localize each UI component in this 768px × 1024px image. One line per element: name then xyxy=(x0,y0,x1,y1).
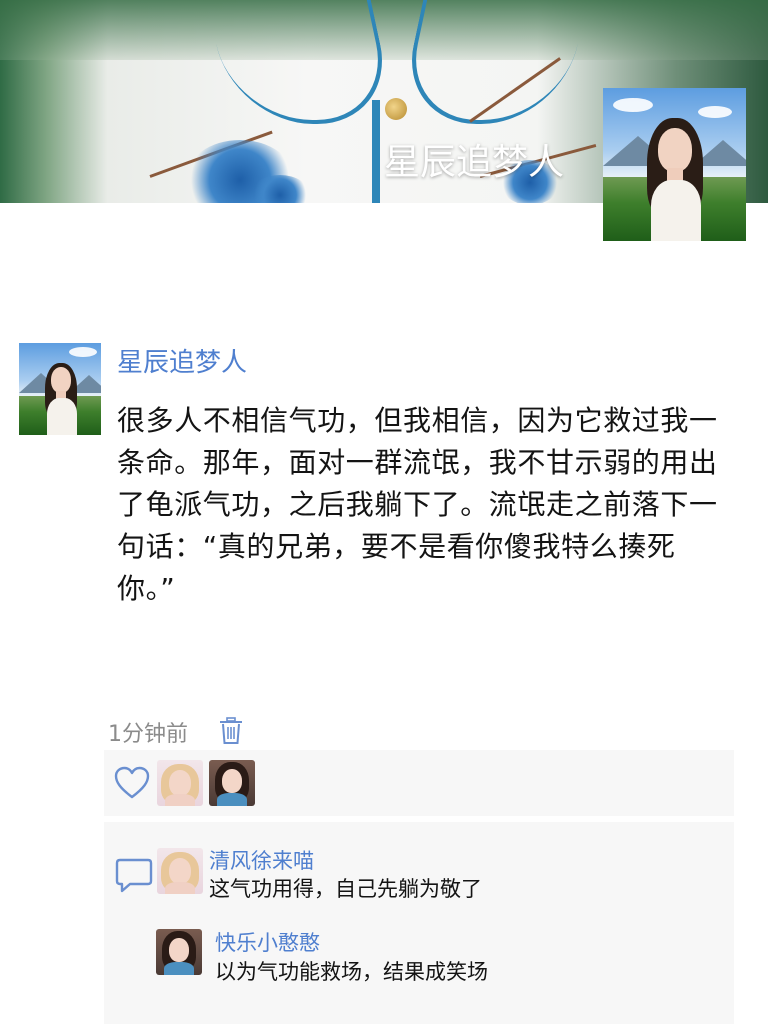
comment-text[interactable]: 这气功用得，自己先躺为敬了 xyxy=(209,873,482,903)
likes-bar xyxy=(104,750,734,816)
cover-username: 星辰追梦人 xyxy=(384,142,565,183)
cover-button xyxy=(385,98,407,120)
cover-flower xyxy=(250,175,310,203)
post-author-avatar[interactable] xyxy=(19,343,101,435)
comment-bubble-icon[interactable] xyxy=(114,856,154,894)
commenter-name[interactable]: 快乐小憨憨 xyxy=(215,927,320,957)
trash-icon[interactable] xyxy=(219,717,243,745)
liker-avatar[interactable] xyxy=(209,760,255,806)
commenter-avatar[interactable] xyxy=(157,848,203,894)
cover-collar-left xyxy=(206,0,398,124)
post-author-name[interactable]: 星辰追梦人 xyxy=(117,342,247,379)
commenter-avatar[interactable] xyxy=(156,929,202,975)
profile-avatar[interactable] xyxy=(603,88,746,241)
post-content: 很多人不相信气功，但我相信，因为它救过我一条命。那年，面对一群流氓，我不甘示弱的… xyxy=(117,404,718,605)
commenter-name[interactable]: 清风徐来喵 xyxy=(209,845,314,875)
cover-background xyxy=(0,0,768,60)
liker-avatar[interactable] xyxy=(157,760,203,806)
heart-icon[interactable] xyxy=(114,766,150,800)
comment-text[interactable]: 以为气功能救场，结果成笑场 xyxy=(215,956,488,986)
post-timestamp: 1分钟前 xyxy=(108,722,188,747)
cover-placket xyxy=(372,100,380,203)
comments-panel: 清风徐来喵 这气功用得，自己先躺为敬了 快乐小憨憨 以为气功能救场，结果成笑场 xyxy=(104,822,734,1024)
